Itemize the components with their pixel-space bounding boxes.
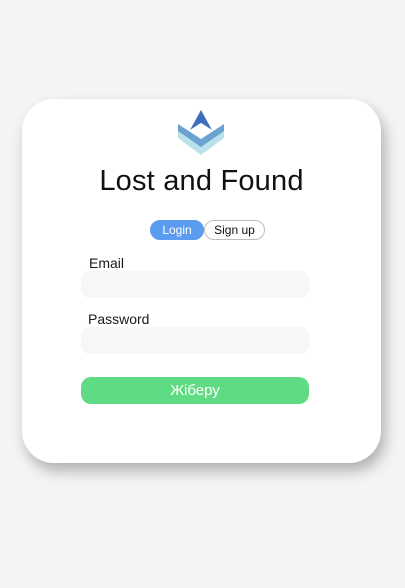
tab-signup[interactable]: Sign up — [204, 220, 265, 240]
login-card: Lost and Found Login Sign up Email Passw… — [22, 99, 381, 463]
submit-button[interactable]: Жіберу — [81, 377, 309, 404]
password-field[interactable] — [81, 327, 309, 354]
tab-login[interactable]: Login — [150, 220, 204, 240]
password-label: Password — [88, 311, 150, 327]
page-title: Lost and Found — [99, 165, 304, 197]
auth-tabs: Login Sign up — [150, 220, 265, 240]
email-field[interactable] — [81, 271, 309, 298]
email-label: Email — [89, 255, 125, 271]
layered-arrow-logo-icon — [178, 110, 224, 155]
